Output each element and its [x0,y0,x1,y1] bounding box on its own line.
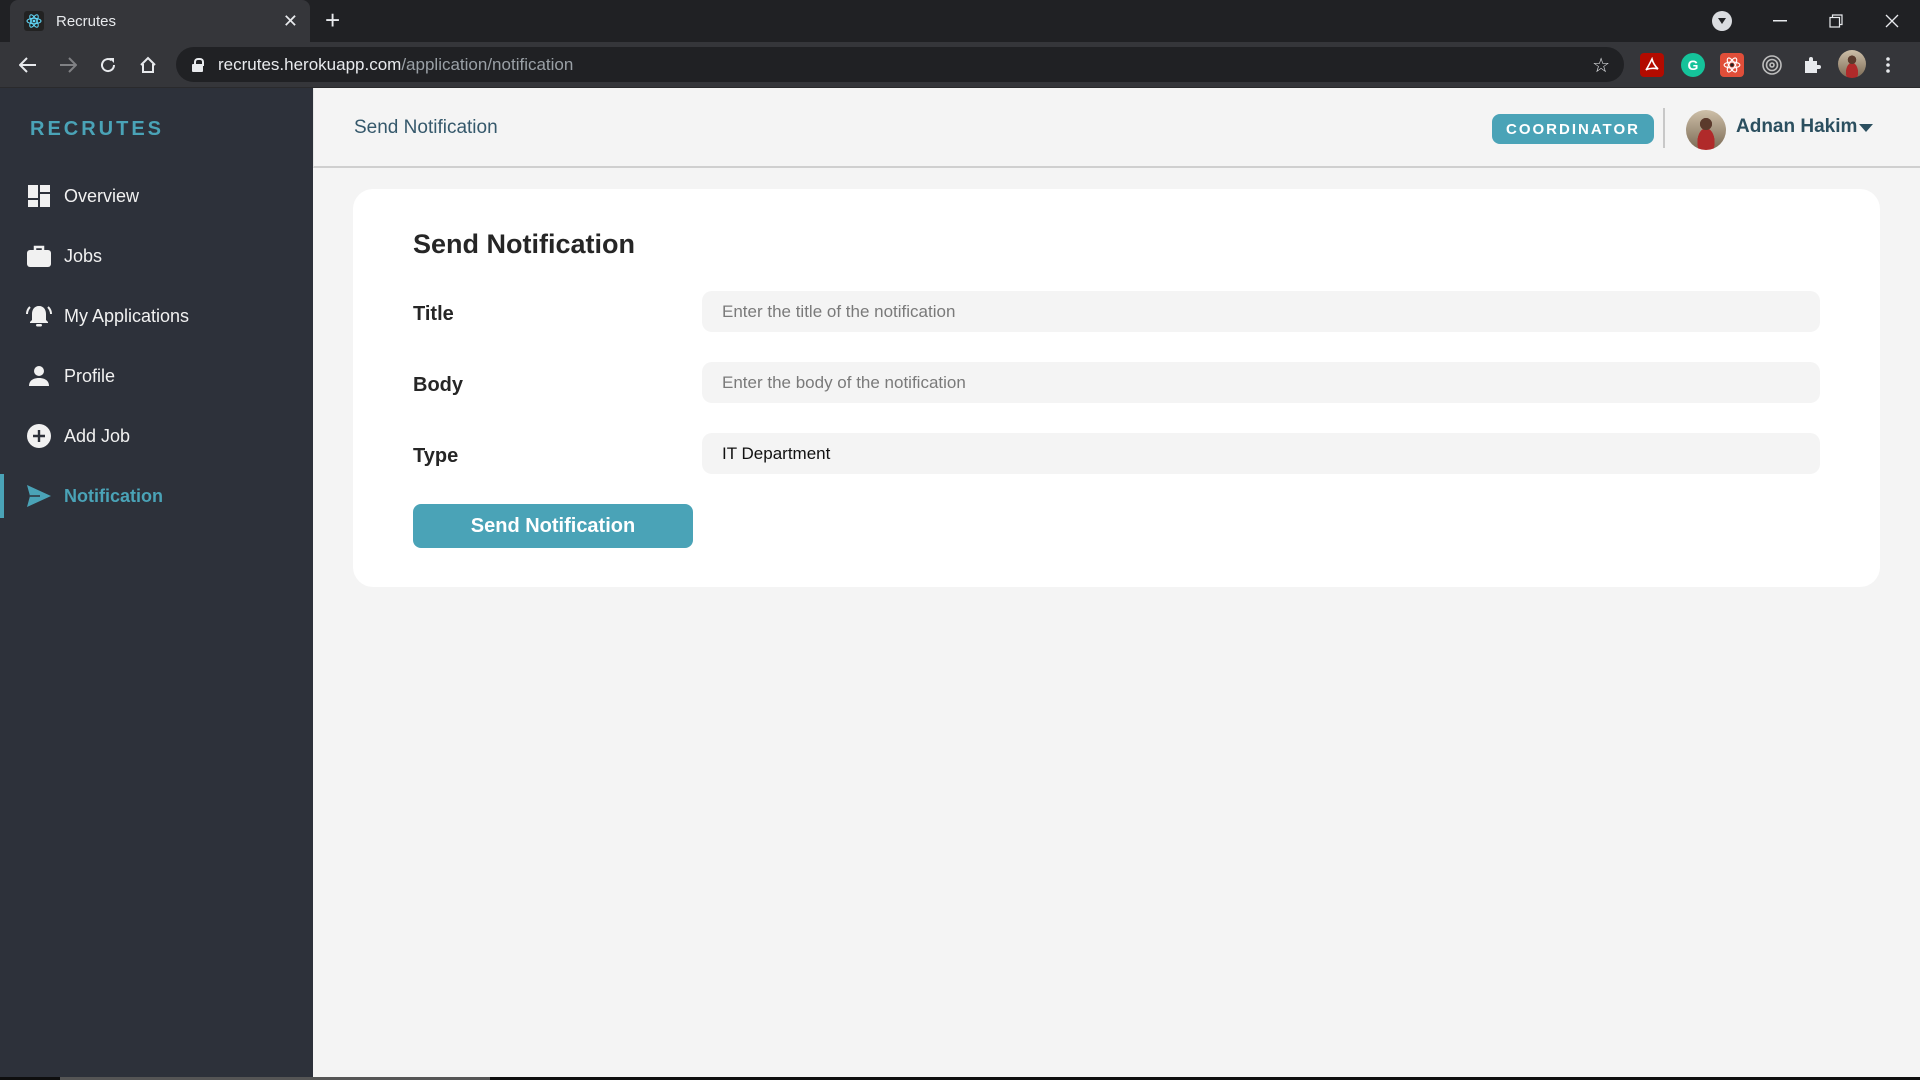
bookmark-star-icon[interactable]: ☆ [1592,53,1610,78]
body-label: Body [413,374,463,396]
browser-profile-avatar[interactable] [1838,50,1866,78]
sidebar-item-label: My Applications [64,305,190,326]
url-path: /application/notification [401,54,574,74]
close-window-icon[interactable] [1864,0,1920,42]
app-root: RECRUTES Overview Jobs My Applications P… [0,88,1920,1077]
extensions-puzzle-icon[interactable] [1800,53,1824,77]
minimize-icon[interactable] [1752,0,1808,42]
form-title: Send Notification [413,229,635,259]
sidebar-item-label: Profile [64,365,116,386]
more-menu-icon[interactable] [1882,53,1894,77]
dashboard-icon [26,183,52,209]
plus-circle-icon [26,423,52,449]
react-devtools-icon[interactable] [1720,53,1744,77]
top-header: Send Notification COORDINATOR Adnan Haki… [313,88,1920,168]
send-notification-button[interactable]: Send Notification [413,504,693,548]
sidebar: RECRUTES Overview Jobs My Applications P… [0,88,313,1077]
close-tab-icon[interactable]: ✕ [283,11,298,32]
url-host: recrutes.herokuapp.com [218,54,402,74]
address-bar[interactable]: recrutes.herokuapp.com/application/notif… [176,47,1624,82]
sidebar-item-add-job[interactable]: Add Job [0,406,313,466]
brand-logo[interactable]: RECRUTES [30,118,164,141]
header-divider [1663,108,1665,148]
lock-icon[interactable] [192,57,204,72]
window-controls [1752,0,1920,42]
sidebar-item-overview[interactable]: Overview [0,166,313,226]
sidebar-item-my-applications[interactable]: My Applications [0,286,313,346]
body-input[interactable] [702,362,1820,403]
title-label: Title [413,303,454,325]
bell-icon [26,303,52,329]
sidebar-item-notification[interactable]: Notification [0,466,313,526]
send-icon [26,483,52,509]
user-menu-caret-icon[interactable] [1859,124,1873,132]
page-title: Send Notification [354,117,498,138]
sidebar-item-label: Notification [64,485,163,506]
title-input[interactable] [702,291,1820,332]
grammarly-icon[interactable]: G [1681,53,1705,77]
browser-toolbar: recrutes.herokuapp.com/application/notif… [0,42,1920,88]
adobe-acrobat-icon[interactable] [1640,53,1664,77]
type-label: Type [413,445,459,467]
type-input[interactable] [702,433,1820,474]
sidebar-item-jobs[interactable]: Jobs [0,226,313,286]
sidebar-nav: Overview Jobs My Applications Profile Ad… [0,166,313,526]
browser-tab[interactable]: Recrutes ✕ [10,0,310,42]
role-badge: COORDINATOR [1492,114,1654,144]
forward-arrow-icon[interactable] [50,42,86,88]
back-arrow-icon[interactable] [10,42,46,88]
send-notification-card: Send Notification Title Body Type Send N… [353,189,1880,587]
sidebar-item-label: Jobs [64,245,103,266]
sidebar-item-label: Add Job [64,425,131,446]
target-extension-icon[interactable] [1760,53,1784,77]
reload-icon[interactable] [90,42,126,88]
new-tab-icon[interactable]: + [325,7,340,33]
home-icon[interactable] [130,42,166,88]
sidebar-item-profile[interactable]: Profile [0,346,313,406]
tab-search-icon[interactable] [1712,11,1732,31]
tab-title: Recrutes [56,12,117,30]
person-icon [26,363,52,389]
user-name[interactable]: Adnan Hakim [1736,116,1857,138]
briefcase-icon [26,243,52,269]
browser-tabstrip: Recrutes ✕ + [0,0,1920,42]
sidebar-item-label: Overview [64,185,140,206]
restore-icon[interactable] [1808,0,1864,42]
user-avatar[interactable] [1686,110,1726,150]
react-favicon-icon [24,11,44,31]
